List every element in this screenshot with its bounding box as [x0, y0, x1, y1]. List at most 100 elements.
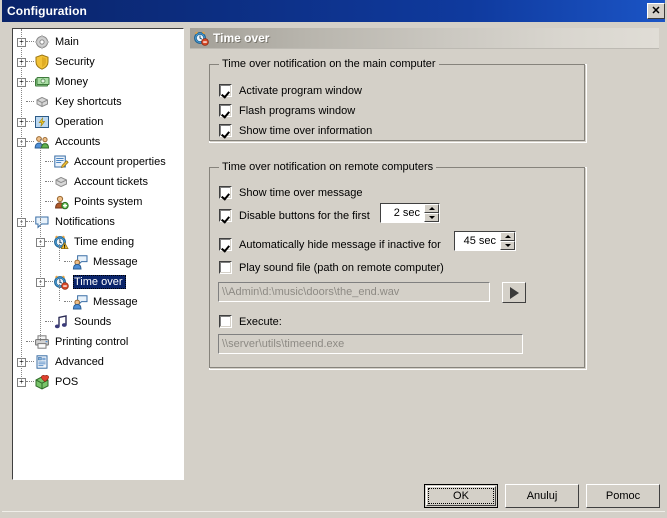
- speech-bubble-icon: [34, 214, 51, 230]
- tree-connector: [26, 341, 34, 343]
- ok-button[interactable]: OK: [424, 484, 498, 508]
- play-icon[interactable]: [502, 282, 526, 303]
- spinner-auto-hide-up[interactable]: [500, 232, 515, 241]
- tree-item-accounts[interactable]: - Accounts: [13, 132, 183, 152]
- spinner-disable-buttons-up[interactable]: [424, 204, 439, 213]
- spinner-auto-hide-value[interactable]: 45 sec: [455, 232, 500, 250]
- checkbox-flash-programs-window-box[interactable]: [219, 104, 232, 117]
- checkbox-execute-box[interactable]: [219, 315, 232, 328]
- title-bar: Configuration ✕: [2, 0, 665, 22]
- navigation-tree[interactable]: + Main + Security + Money Key shortcuts + Operat…: [12, 28, 184, 480]
- checkbox-play-sound-file-box[interactable]: [219, 261, 232, 274]
- spinner-auto-hide-down[interactable]: [500, 241, 515, 250]
- close-icon[interactable]: ✕: [647, 3, 665, 19]
- tree-item-time-over[interactable]: - Time over: [13, 272, 183, 292]
- tree-connector: [26, 221, 34, 223]
- lightning-icon: [34, 114, 51, 130]
- advanced-list-icon: [34, 354, 51, 370]
- tree-connector: [26, 121, 34, 123]
- chevron-up-icon: [428, 207, 435, 210]
- tree-item-security[interactable]: + Security: [13, 52, 183, 72]
- tree-connector: [26, 381, 34, 383]
- tree-item-operation[interactable]: + Operation: [13, 112, 183, 132]
- checkbox-activate-program-window-box[interactable]: [219, 84, 232, 97]
- tree-item-account-tickets[interactable]: Account tickets: [13, 172, 183, 192]
- checkbox-auto-hide-message-label: Automatically hide message if inactive f…: [239, 238, 441, 251]
- cancel-button[interactable]: Anuluj: [505, 484, 579, 508]
- tree-item-label: Time ending: [74, 236, 135, 248]
- tree-item-label: Money: [55, 76, 89, 88]
- chevron-down-icon: [428, 216, 435, 219]
- checkbox-show-time-over-information-box[interactable]: [219, 124, 232, 137]
- ticket-icon: [53, 174, 70, 190]
- checkbox-show-time-over-message-box[interactable]: [219, 186, 232, 199]
- tree-connector: [45, 281, 53, 283]
- checkbox-auto-hide-message-box[interactable]: [219, 238, 232, 251]
- checkbox-execute[interactable]: Execute:: [219, 315, 282, 328]
- tree-connector: [26, 361, 34, 363]
- tree-connector: [26, 81, 34, 83]
- sound-file-path-input[interactable]: \\Admin\d:\music\doors\the_end.wav: [218, 282, 490, 302]
- tree-item-label: Message: [93, 256, 138, 268]
- money-icon: [34, 74, 51, 90]
- tree-connector: [45, 241, 53, 243]
- music-note-icon: [53, 314, 70, 330]
- users-icon: [34, 134, 51, 150]
- tree-item-printing-control[interactable]: Printing control: [13, 332, 183, 352]
- alarm-stop-icon: [193, 30, 209, 46]
- window-title: Configuration: [7, 4, 87, 18]
- edit-document-icon: [53, 154, 70, 170]
- tree-item-key-shortcuts[interactable]: Key shortcuts: [13, 92, 183, 112]
- pane-header: Time over: [190, 28, 659, 49]
- spinner-disable-buttons-arrows: [424, 204, 439, 222]
- user-add-icon: [53, 194, 70, 210]
- tree-item-sounds[interactable]: Sounds: [13, 312, 183, 332]
- tree-item-message[interactable]: Message: [13, 292, 183, 312]
- tree-item-label: Operation: [55, 116, 104, 128]
- tree-connector: [64, 261, 72, 263]
- tree-item-advanced[interactable]: + Advanced: [13, 352, 183, 372]
- checkbox-flash-programs-window[interactable]: Flash programs window: [219, 104, 355, 117]
- tree-guide-line: [40, 139, 42, 221]
- execute-path-input[interactable]: \\server\utils\timeend.exe: [218, 334, 523, 354]
- checkbox-auto-hide-message[interactable]: Automatically hide message if inactive f…: [219, 238, 441, 251]
- tree-item-time-ending[interactable]: - Time ending: [13, 232, 183, 252]
- checkbox-disable-buttons-box[interactable]: [219, 209, 232, 222]
- checkbox-play-sound-file[interactable]: Play sound file (path on remote computer…: [219, 261, 444, 274]
- tree-connector: [45, 181, 53, 183]
- checkbox-show-time-over-information[interactable]: Show time over information: [219, 124, 372, 137]
- checkbox-execute-label: Execute:: [239, 315, 282, 328]
- group-remote-title: Time over notification on remote compute…: [219, 161, 437, 173]
- checkbox-show-time-over-message[interactable]: Show time over message: [219, 186, 363, 199]
- spinner-disable-buttons-down[interactable]: [424, 213, 439, 222]
- tree-item-message[interactable]: Message: [13, 252, 183, 272]
- spinner-disable-buttons[interactable]: 2 sec: [380, 203, 440, 223]
- checkbox-disable-buttons[interactable]: Disable buttons for the first: [219, 209, 370, 222]
- spinner-auto-hide[interactable]: 45 sec: [454, 231, 516, 251]
- tree-item-pos[interactable]: + POS: [13, 372, 183, 392]
- checkbox-activate-program-window[interactable]: Activate program window: [219, 84, 362, 97]
- help-button[interactable]: Pomoc: [586, 484, 660, 508]
- tree-guide-line: [59, 279, 61, 301]
- tree-guide-line: [40, 219, 42, 341]
- tree-item-label: Account properties: [74, 156, 166, 168]
- tree-item-main[interactable]: + Main: [13, 32, 183, 52]
- tree-item-label: Key shortcuts: [55, 96, 122, 108]
- tree-item-label: Notifications: [55, 216, 115, 228]
- ok-button-inner: OK: [426, 486, 496, 506]
- spinner-auto-hide-arrows: [500, 232, 515, 250]
- user-message-icon: [72, 294, 89, 310]
- tree-item-account-properties[interactable]: Account properties: [13, 152, 183, 172]
- configuration-dialog: Configuration ✕ + Main + Security + Money Key …: [0, 0, 667, 518]
- play-triangle: [509, 286, 519, 299]
- tree-item-label: Points system: [74, 196, 143, 208]
- tree-item-points-system[interactable]: Points system: [13, 192, 183, 212]
- tree-item-label: Message: [93, 296, 138, 308]
- tree-item-notifications[interactable]: - Notifications: [13, 212, 183, 232]
- checkbox-show-time-over-information-label: Show time over information: [239, 124, 373, 137]
- tree-inner: + Main + Security + Money Key shortcuts + Operat…: [13, 29, 183, 392]
- tree-item-label: Main: [55, 36, 79, 48]
- spinner-disable-buttons-value[interactable]: 2 sec: [381, 204, 424, 222]
- pane-title: Time over: [213, 31, 270, 45]
- tree-item-money[interactable]: + Money: [13, 72, 183, 92]
